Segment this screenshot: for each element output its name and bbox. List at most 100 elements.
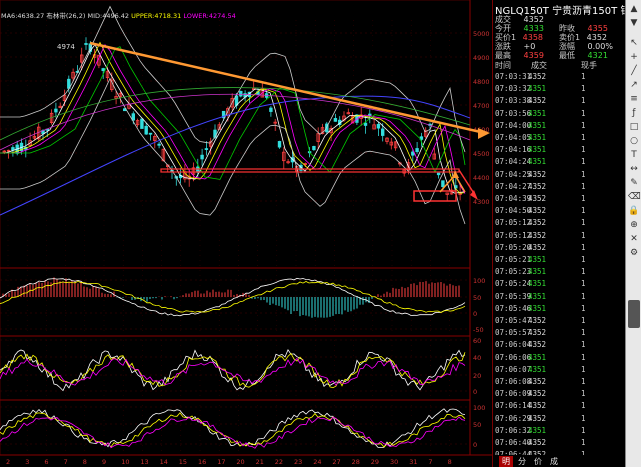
trend-icon[interactable]: ↗ xyxy=(628,80,640,91)
ma-line-white xyxy=(0,43,466,194)
tick-volume: 1 xyxy=(581,108,586,118)
tick-price: 4351 xyxy=(528,108,547,118)
settings-icon[interactable]: ⚙ xyxy=(628,248,640,259)
price-axis-label: 4400 xyxy=(473,174,490,182)
tick-price: 4351 xyxy=(528,267,547,277)
rect-icon[interactable]: □ xyxy=(628,122,640,133)
tick-row: 07:04:39 4352 1 xyxy=(493,193,626,205)
tab-minute[interactable]: 分 xyxy=(515,456,529,467)
tick-row: 07:03:32 4351 1 xyxy=(493,83,626,95)
trash-icon[interactable]: ✕ xyxy=(628,234,640,245)
tick-price: 4351 xyxy=(528,255,547,264)
price-axis-label: 5000 xyxy=(473,30,490,38)
candle-body xyxy=(157,143,161,146)
arrow-down-icon[interactable]: ▼ xyxy=(628,18,640,29)
indicator-info-line: MA6:4638.27 布林带(26,2) MID:4496.42 UPPER:… xyxy=(1,10,236,20)
tick-volume: 1 xyxy=(581,364,586,374)
kline-chart-area[interactable]: 50004900480047004600450044004300100500-5… xyxy=(0,0,492,467)
tick-price: 4352 xyxy=(528,181,547,191)
lock-icon[interactable]: 🔒 xyxy=(628,206,640,217)
kd-axis-label: 60 xyxy=(473,337,481,345)
candle-body xyxy=(204,148,209,150)
macd-axis-label: 50 xyxy=(473,294,481,302)
tick-time: 07:06:40 xyxy=(495,438,532,447)
tick-price: 4352 xyxy=(528,242,547,252)
tick-time: 07:06:07 xyxy=(495,364,532,374)
arrow-up-icon[interactable]: ▲ xyxy=(628,4,640,15)
tick-time: 07:04:39 xyxy=(495,194,532,203)
channel-icon[interactable]: ≡ xyxy=(628,94,640,105)
magnet-icon[interactable]: ⊕ xyxy=(628,220,640,231)
kd-axis-label: 0 xyxy=(473,388,477,396)
rsi-axis-label: 50 xyxy=(473,421,481,429)
time-axis-label: 10 xyxy=(121,458,129,466)
time-axis-label: 24 xyxy=(313,458,321,466)
tick-volume: 1 xyxy=(581,267,586,277)
tick-volume: 1 xyxy=(581,84,586,94)
time-axis-label: 16 xyxy=(198,458,206,466)
candle-body xyxy=(140,118,144,129)
macd-axis-label: 100 xyxy=(473,277,485,285)
tick-time: 07:06:09 xyxy=(495,389,532,399)
tick-price: 4351 xyxy=(528,291,547,301)
tick-volume: 1 xyxy=(581,413,586,423)
tick-time: 07:04:50 xyxy=(495,206,532,216)
tick-row: 07:05:24 4351 1 xyxy=(493,278,626,290)
tick-row: 07:06:44 4352 1 xyxy=(493,449,626,455)
candle-body xyxy=(368,113,372,116)
candle-body xyxy=(380,128,385,136)
ticks-header-price: 成交 xyxy=(531,61,547,70)
toolbar-scroll-grip[interactable] xyxy=(628,300,640,328)
tick-price: 4352 xyxy=(528,316,547,325)
tick-price: 4352 xyxy=(528,438,547,447)
tab-detail[interactable]: 明 xyxy=(499,456,513,467)
price-axis-label: 4900 xyxy=(473,54,490,62)
tick-time: 07:04:24 xyxy=(495,157,532,167)
tick-row: 07:04:27 4352 1 xyxy=(493,181,626,193)
tick-row: 07:05:46 4351 1 xyxy=(493,303,626,315)
measure-icon[interactable]: ↔ xyxy=(628,164,640,175)
brush-icon[interactable]: ✎ xyxy=(628,178,640,189)
tick-price: 4352 xyxy=(528,230,547,240)
tick-volume: 1 xyxy=(581,316,586,325)
ma-line-magenta xyxy=(0,43,466,194)
time-axis-label: 22 xyxy=(275,458,283,466)
tick-time: 07:05:57 xyxy=(495,328,532,338)
rsi-axis-label: 0 xyxy=(473,441,477,449)
text-icon[interactable]: T xyxy=(628,150,640,161)
candle-body xyxy=(436,172,441,176)
tick-row: 07:04:16 4351 1 xyxy=(493,144,626,156)
tick-volume: 1 xyxy=(581,377,586,386)
tick-row: 07:05:12 4352 1 xyxy=(493,230,626,242)
tick-time: 07:05:12 xyxy=(495,218,532,228)
ellipse-icon[interactable]: ○ xyxy=(628,136,640,147)
bottom-tabs: 明 分 价 成 xyxy=(493,456,626,467)
kline-chart-canvas[interactable]: 50004900480047004600450044004300100500-5… xyxy=(0,0,492,467)
tick-volume: 1 xyxy=(581,145,586,155)
drawing-toolbar: ▲ ▼ ↖ + ╱ ↗ ≡ ƒ □ ○ T ↔ ✎ ⌫ 🔒 ⊕ ✕ ⚙ xyxy=(625,0,641,467)
fib-icon[interactable]: ƒ xyxy=(628,108,640,119)
tick-volume: 1 xyxy=(581,230,586,240)
pointer-icon[interactable]: ↖ xyxy=(628,38,640,49)
tick-volume: 1 xyxy=(581,255,586,264)
boll-params: (26,2) xyxy=(65,12,86,20)
price-axis-label: 4500 xyxy=(473,150,490,158)
tab-volume[interactable]: 成 xyxy=(547,456,561,467)
boll-upper: UPPER:4718.31 xyxy=(131,12,182,20)
time-axis-label: 20 xyxy=(236,458,244,466)
candle-body xyxy=(11,147,15,151)
tick-price: 4351 xyxy=(528,133,547,142)
quote-panel: NGLQ150T 宁贵沥青150T 银汇 成交 4352 今开 4333 昨收 … xyxy=(492,0,640,467)
eraser-icon[interactable]: ⌫ xyxy=(628,192,641,203)
ticks-list[interactable]: 07:03:31 4352 1 07:03:32 4351 1 07:03:38 4352 1 0… xyxy=(493,71,626,455)
tab-price[interactable]: 价 xyxy=(531,456,545,467)
time-axis-label: 2 xyxy=(6,458,10,466)
plus-icon[interactable]: + xyxy=(628,52,640,63)
tick-time: 07:06:04 xyxy=(495,340,532,350)
candle-body xyxy=(131,113,135,121)
time-axis-label: 28 xyxy=(352,458,360,466)
line-icon[interactable]: ╱ xyxy=(628,66,640,77)
tick-time: 07:04:05 xyxy=(495,133,532,142)
tick-volume: 1 xyxy=(581,157,586,167)
rsi-line-3 xyxy=(0,416,466,449)
